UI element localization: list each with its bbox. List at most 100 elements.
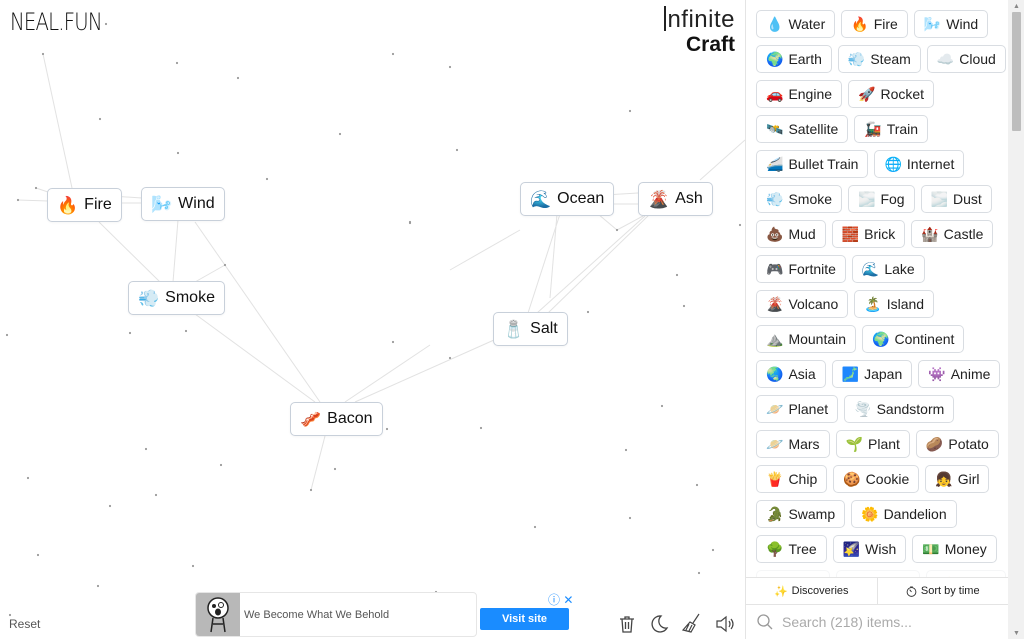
sidebar-item-water[interactable]: 💧 Water xyxy=(756,10,836,38)
trash-button[interactable] xyxy=(615,612,639,636)
sidebar-item-japan[interactable]: 🗾 Japan xyxy=(831,360,913,388)
ad-banner[interactable]: We Become What We Behold xyxy=(195,592,477,637)
continent-icon: 🌍 xyxy=(872,331,890,347)
sidebar-item-sandstorm[interactable]: 🌪️ Sandstorm xyxy=(844,395,955,423)
canvas-element-wind[interactable]: 🌬️ Wind xyxy=(141,187,225,221)
sidebar-item-brick[interactable]: 🧱 Brick xyxy=(831,220,906,248)
water-icon: 💧 xyxy=(766,16,784,32)
smoke-icon: 💨 xyxy=(766,191,784,207)
item-label: Engine xyxy=(788,86,833,102)
canvas-element-bacon[interactable]: 🥓 Bacon xyxy=(290,402,383,436)
castle-icon: 🏰 xyxy=(921,226,939,242)
smoke-icon: 💨 xyxy=(138,288,160,308)
potato-icon: 🥔 xyxy=(925,436,944,452)
sandstorm-icon: 🌪️ xyxy=(854,401,872,417)
sidebar-item-asia[interactable]: 🌏 Asia xyxy=(756,360,826,388)
ad-thumbnail xyxy=(196,593,240,636)
discoveries-button[interactable]: ✨ Discoveries xyxy=(746,578,877,604)
sidebar-item-plant[interactable]: 🌱 Plant xyxy=(835,430,910,458)
sidebar-item-anime[interactable]: 👾 Anime xyxy=(918,360,1001,388)
neal-fun-logo[interactable]: NEAL.FUN xyxy=(10,8,103,36)
sidebar-item-train[interactable]: 🚂 Train xyxy=(854,115,929,143)
sidebar-item-mountain[interactable]: ⛰️ Mountain xyxy=(756,325,857,353)
items-list[interactable]: 💧 Water 🔥 Fire 🌬️ Wind 🌍 Earth 💨 Steam ☁️ Cloud 🚗 Eng… xyxy=(746,0,1008,577)
canvas-element-smoke[interactable]: 💨 Smoke xyxy=(128,281,225,315)
bullet-train-icon: 🚄 xyxy=(766,156,784,172)
connection-line xyxy=(699,139,745,181)
sidebar-item-continent[interactable]: 🌍 Continent xyxy=(862,325,965,353)
sidebar-item-lake[interactable]: 🌊 Lake xyxy=(851,255,925,283)
reset-button[interactable]: Reset xyxy=(9,617,40,631)
sidebar-item-vape[interactable]: 💨Vape xyxy=(756,570,831,577)
sidebar-item-island[interactable]: 🏝️ Island xyxy=(854,290,935,318)
background-dots xyxy=(5,22,742,617)
speaker-icon xyxy=(716,615,734,633)
sidebar-item-wind[interactable]: 🌬️ Wind xyxy=(913,10,989,38)
item-row: 🌋 Volcano 🏝️ Island xyxy=(756,290,1008,318)
ad-info-close[interactable]: ⓘ ✕ xyxy=(548,591,573,608)
item-label: Wish xyxy=(865,541,897,557)
sidebar-item-fire[interactable]: 🔥 Fire xyxy=(841,10,908,38)
info-icon[interactable]: ⓘ xyxy=(548,593,560,607)
sidebar-item-internet[interactable]: 🌐 Internet xyxy=(874,150,965,178)
sidebar-item-dust[interactable]: 🌫️ Dust xyxy=(920,185,992,213)
visit-site-button[interactable]: Visit site xyxy=(480,608,569,630)
sidebar-item-bullet-train[interactable]: 🚄 Bullet Train xyxy=(756,150,869,178)
sidebar-item-girl[interactable]: 👧 Girl xyxy=(925,465,990,493)
sidebar-toolbar: ✨ Discoveries Sort by time xyxy=(746,577,1008,605)
sidebar-item-fog[interactable]: 🌫️ Fog xyxy=(848,185,915,213)
item-label: Sandstorm xyxy=(876,401,945,417)
sound-button[interactable] xyxy=(714,612,738,636)
sidebar-item-mars[interactable]: 🪐 Mars xyxy=(756,430,830,458)
item-label: Bullet Train xyxy=(788,156,859,172)
sort-label: Sort by time xyxy=(920,585,980,597)
sidebar-item-magic[interactable]: 🪄Magic xyxy=(925,570,1006,577)
item-label: Asia xyxy=(788,366,816,382)
sidebar-item-chip[interactable]: 🍟 Chip xyxy=(756,465,828,493)
sidebar-item-mud[interactable]: 💩 Mud xyxy=(756,220,826,248)
sidebar-item-steam[interactable]: 💨 Steam xyxy=(837,45,921,73)
sidebar-item-swamp[interactable]: 🐊 Swamp xyxy=(756,500,846,528)
canvas-element-ash[interactable]: 🌋 Ash xyxy=(638,182,713,216)
craft-canvas[interactable]: NEAL.FUN nfinite Craft 🔥 Fire 🌬️ Wind 💨 … xyxy=(0,0,745,639)
sidebar-item-engine[interactable]: 🚗 Engine xyxy=(756,80,843,108)
sidebar-item-planet[interactable]: 🪐 Planet xyxy=(756,395,839,423)
sidebar-item-earth[interactable]: 🌍 Earth xyxy=(756,45,832,73)
search-input[interactable] xyxy=(782,614,992,630)
item-row: 🪐 Mars 🌱 Plant 🥔 Potato xyxy=(756,430,1008,458)
canvas-element-salt[interactable]: 🧂 Salt xyxy=(493,312,568,346)
sidebar-item-potato[interactable]: 🥔 Potato xyxy=(915,430,999,458)
item-row: 🚗 Engine 🚀 Rocket xyxy=(756,80,1008,108)
sidebar-item-money[interactable]: 💵 Money xyxy=(912,535,997,563)
clear-canvas-button[interactable] xyxy=(680,611,704,635)
dandelion-icon: 🌼 xyxy=(861,506,879,522)
sidebar-item-wish[interactable]: 🌠 Wish xyxy=(832,535,907,563)
connection-line xyxy=(172,219,179,283)
scroll-down-arrow[interactable]: ▼ xyxy=(1008,627,1024,639)
scrollbar-thumb[interactable] xyxy=(1012,12,1021,131)
sidebar-scrollbar[interactable]: ▲ ▼ xyxy=(1008,0,1024,639)
sidebar-item-smoke[interactable]: 💨 Smoke xyxy=(756,185,843,213)
canvas-element-fire[interactable]: 🔥 Fire xyxy=(47,188,122,222)
item-row: ⛰️ Mountain 🌍 Continent xyxy=(756,325,1008,353)
sidebar-item-rocket[interactable]: 🚀 Rocket xyxy=(848,80,935,108)
item-label: Rocket xyxy=(880,86,925,102)
sidebar-item-ocean[interactable]: 🌊Ocean xyxy=(836,570,920,577)
sidebar-item-fortnite[interactable]: 🎮 Fortnite xyxy=(756,255,846,283)
connection-line xyxy=(616,215,644,231)
sidebar-item-tree[interactable]: 🌳 Tree xyxy=(756,535,827,563)
sidebar-item-castle[interactable]: 🏰 Castle xyxy=(911,220,994,248)
dark-mode-button[interactable] xyxy=(647,612,671,636)
search-bar xyxy=(746,605,1008,639)
sidebar-item-satellite[interactable]: 🛰️ Satellite xyxy=(756,115,849,143)
sidebar-item-cookie[interactable]: 🍪 Cookie xyxy=(833,465,920,493)
connection-line xyxy=(98,221,161,283)
sort-button[interactable]: Sort by time xyxy=(876,578,1009,604)
element-label: Bacon xyxy=(327,410,373,427)
sidebar-item-dandelion[interactable]: 🌼 Dandelion xyxy=(851,500,957,528)
scroll-up-arrow[interactable]: ▲ xyxy=(1008,0,1024,12)
close-icon[interactable]: ✕ xyxy=(563,593,573,607)
sidebar-item-volcano[interactable]: 🌋 Volcano xyxy=(756,290,849,318)
sidebar-item-cloud[interactable]: ☁️ Cloud xyxy=(926,45,1006,73)
canvas-element-ocean[interactable]: 🌊 Ocean xyxy=(520,182,615,216)
